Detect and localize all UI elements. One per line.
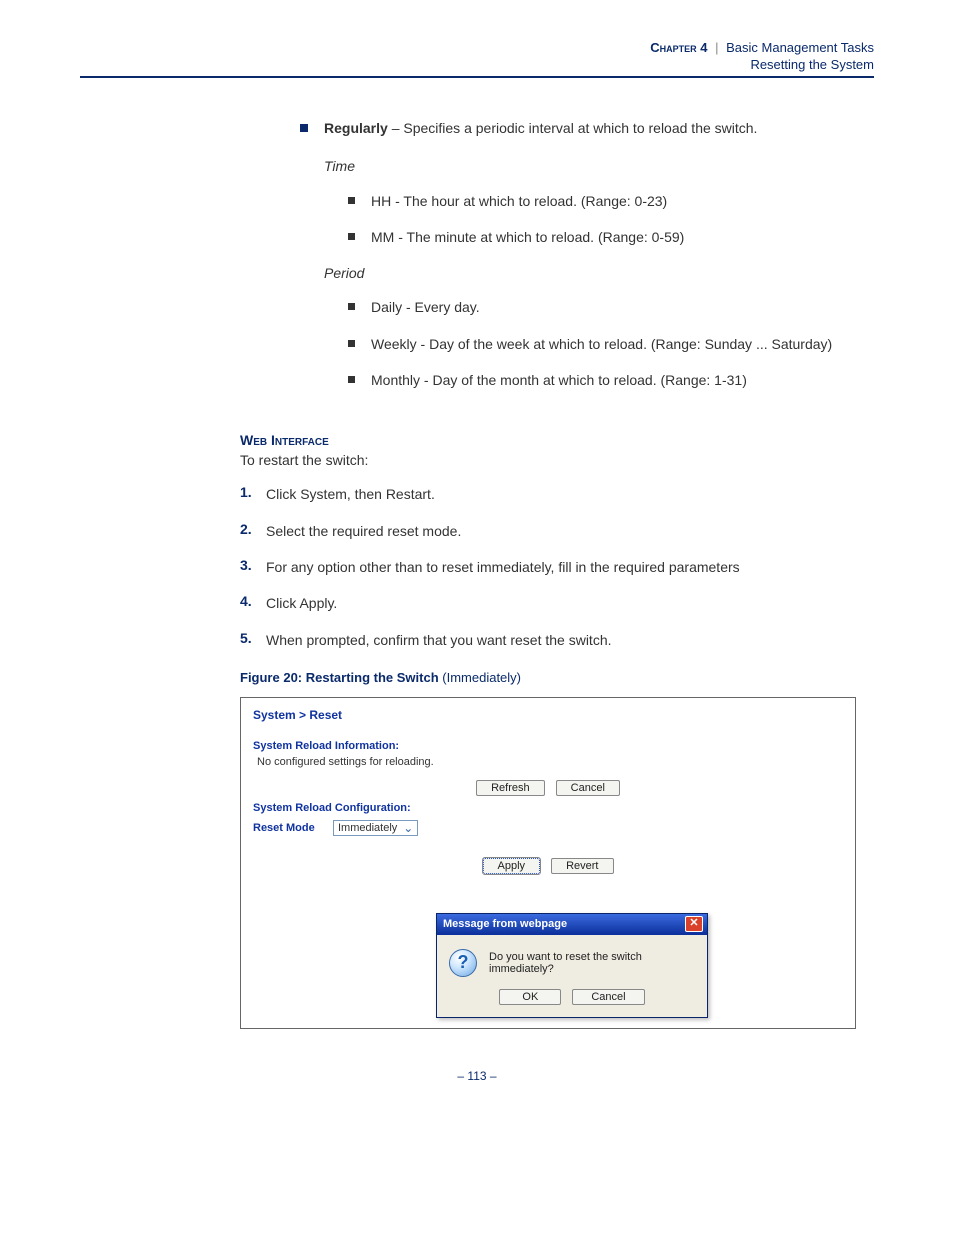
step-text: Click System, then Restart. bbox=[266, 484, 874, 504]
page-number: – 113 – bbox=[80, 1069, 874, 1083]
figure-caption: Figure 20: Restarting the Switch (Immedi… bbox=[240, 670, 874, 685]
step-text: For any option other than to reset immed… bbox=[266, 557, 874, 577]
bullet-daily: Daily - Every day. bbox=[348, 297, 874, 317]
step-1: 1. Click System, then Restart. bbox=[240, 484, 874, 504]
dialog-titlebar[interactable]: Message from webpage ✕ bbox=[437, 914, 707, 935]
hh-text: HH - The hour at which to reload. (Range… bbox=[371, 191, 874, 211]
step-2: 2. Select the required reset mode. bbox=[240, 521, 874, 541]
section-title: Resetting the System bbox=[80, 57, 874, 72]
ok-button[interactable]: OK bbox=[499, 989, 561, 1005]
daily-text: Daily - Every day. bbox=[371, 297, 874, 317]
regularly-desc: – Specifies a periodic interval at which… bbox=[388, 120, 758, 136]
breadcrumb: System > Reset bbox=[253, 708, 843, 722]
bullet-weekly: Weekly - Day of the week at which to rel… bbox=[348, 334, 874, 354]
mm-text: MM - The minute at which to reload. (Ran… bbox=[371, 227, 874, 247]
dialog-message: Do you want to reset the switch immediat… bbox=[489, 951, 695, 975]
close-icon[interactable]: ✕ bbox=[685, 916, 703, 932]
screenshot-panel: System > Reset System Reload Information… bbox=[240, 697, 856, 1029]
chapter-label: Chapter 4 bbox=[650, 40, 707, 55]
step-text: Select the required reset mode. bbox=[266, 521, 874, 541]
reset-mode-label: Reset Mode bbox=[253, 822, 333, 834]
bullet-mm: MM - The minute at which to reload. (Ran… bbox=[348, 227, 874, 247]
bullet-icon bbox=[300, 124, 308, 132]
question-icon: ? bbox=[449, 949, 477, 977]
cancel-button[interactable]: Cancel bbox=[556, 780, 620, 796]
figure-suffix: (Immediately) bbox=[442, 670, 521, 685]
time-heading: Time bbox=[324, 156, 874, 176]
page-num-value: 113 bbox=[467, 1069, 486, 1083]
step-number: 4. bbox=[240, 593, 266, 609]
weekly-text: Weekly - Day of the week at which to rel… bbox=[371, 334, 874, 354]
page-header: Chapter 4 | Basic Management Tasks Reset… bbox=[80, 40, 874, 78]
step-number: 5. bbox=[240, 630, 266, 646]
step-text: When prompted, confirm that you want res… bbox=[266, 630, 874, 650]
reload-config-heading: System Reload Configuration: bbox=[253, 802, 843, 814]
web-interface-intro: To restart the switch: bbox=[240, 452, 874, 468]
period-heading: Period bbox=[324, 263, 874, 283]
bullet-icon bbox=[348, 376, 355, 383]
bullet-icon bbox=[348, 233, 355, 240]
chevron-down-icon: ⌄ bbox=[403, 822, 413, 834]
reload-info-heading: System Reload Information: bbox=[253, 740, 843, 752]
bullet-icon bbox=[348, 303, 355, 310]
step-3: 3. For any option other than to reset im… bbox=[240, 557, 874, 577]
dialog-title: Message from webpage bbox=[443, 918, 567, 930]
chapter-title: Basic Management Tasks bbox=[726, 40, 874, 55]
refresh-button[interactable]: Refresh bbox=[476, 780, 545, 796]
step-number: 2. bbox=[240, 521, 266, 537]
step-number: 1. bbox=[240, 484, 266, 500]
reload-info-text: No configured settings for reloading. bbox=[257, 756, 843, 768]
step-text: Click Apply. bbox=[266, 593, 874, 613]
regularly-label: Regularly bbox=[324, 120, 388, 136]
reset-mode-value: Immediately bbox=[338, 822, 397, 834]
bullet-icon bbox=[348, 197, 355, 204]
step-5: 5. When prompted, confirm that you want … bbox=[240, 630, 874, 650]
apply-button[interactable]: Apply bbox=[483, 858, 541, 874]
header-separator: | bbox=[715, 40, 722, 55]
confirm-dialog: Message from webpage ✕ ? Do you want to … bbox=[436, 913, 708, 1018]
bullet-monthly: Monthly - Day of the month at which to r… bbox=[348, 370, 874, 390]
reset-mode-select[interactable]: Immediately ⌄ bbox=[333, 820, 418, 836]
step-4: 4. Click Apply. bbox=[240, 593, 874, 613]
step-number: 3. bbox=[240, 557, 266, 573]
monthly-text: Monthly - Day of the month at which to r… bbox=[371, 370, 874, 390]
revert-button[interactable]: Revert bbox=[551, 858, 613, 874]
dialog-cancel-button[interactable]: Cancel bbox=[572, 989, 644, 1005]
figure-label: Figure 20: Restarting the Switch bbox=[240, 670, 442, 685]
bullet-hh: HH - The hour at which to reload. (Range… bbox=[348, 191, 874, 211]
web-interface-heading: Web Interface bbox=[240, 432, 874, 448]
bullet-icon bbox=[348, 340, 355, 347]
bullet-regularly: Regularly – Specifies a periodic interva… bbox=[300, 118, 874, 406]
